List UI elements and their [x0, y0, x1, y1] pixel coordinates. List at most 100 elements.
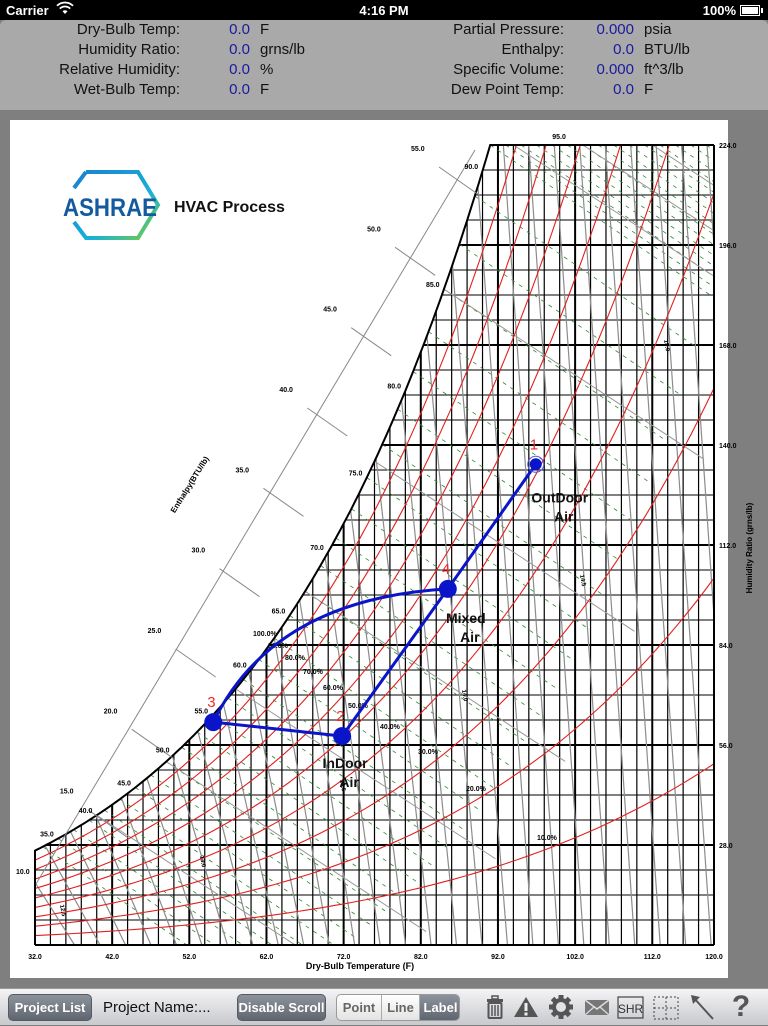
enthalpy-tick-line: [219, 568, 260, 598]
shr-label: SHR: [618, 1002, 644, 1016]
rh-label: 40.0%: [380, 724, 401, 731]
volume-line: [171, 755, 228, 945]
volume-line: [299, 599, 356, 945]
enthalpy-scale-line: [35, 149, 476, 885]
mode-point-button[interactable]: Point: [337, 995, 382, 1020]
settings-gear-icon[interactable]: [547, 993, 575, 1021]
x-axis-label: Dry-Bulb Temperature (F): [306, 961, 414, 971]
process-point-label-line: Mixed: [446, 610, 486, 626]
mode-segmented-control: Point Line Label: [336, 994, 460, 1021]
process-point-number: 3: [207, 694, 215, 711]
wetbulb-line: [42, 846, 263, 945]
enthalpy-tick-label: 25.0: [148, 628, 162, 635]
process-point[interactable]: [204, 713, 223, 732]
x-tick-label: 112.0: [644, 954, 661, 961]
x-tick-label: 120.0: [705, 954, 723, 961]
enthalpy-tick-label: 45.0: [323, 307, 337, 314]
volume-line: [758, 145, 768, 945]
wetbulb-line: [397, 408, 618, 560]
enthalpy-line: [96, 814, 358, 945]
process-point-label-line: Air: [339, 774, 359, 790]
process-point-label-line: OutDoor: [531, 489, 588, 505]
saturation-temp-label: 85.0: [426, 282, 440, 289]
x-tick-label: 92.0: [491, 954, 505, 961]
process-point-number: 4: [442, 561, 450, 578]
warning-icon[interactable]: [512, 993, 540, 1021]
volume-label: 15.0: [662, 339, 670, 352]
volume-label: 12.5: [58, 904, 66, 917]
project-list-button[interactable]: Project List: [8, 994, 92, 1021]
wetbulb-line: [443, 288, 665, 440]
mode-label-button[interactable]: Label: [420, 995, 459, 1020]
volume-label: 14.0: [460, 689, 468, 702]
saturation-temp-label: 50.0: [156, 748, 170, 755]
disable-scroll-button[interactable]: Disable Scroll: [237, 994, 326, 1021]
email-icon[interactable]: [584, 993, 610, 1021]
rh-label: 60.0%: [323, 685, 344, 692]
wetbulb-line: [212, 715, 433, 866]
x-tick-label: 52.0: [183, 954, 197, 961]
ashrae-logo-text: ASHRAE: [63, 194, 157, 222]
y-tick-label: 168.0: [719, 343, 737, 350]
pointer-arrow-icon[interactable]: [688, 993, 716, 1021]
saturation-temp-label: 55.0: [194, 709, 208, 716]
rh-label: 70.0%: [303, 669, 324, 676]
help-icon[interactable]: ?: [727, 992, 755, 1022]
enthalpy-tick-label: 10.0: [16, 869, 30, 876]
process-point[interactable]: [438, 579, 457, 598]
psychrometric-chart[interactable]: 32.0 42.0 52.0 62.0 72.0 82.0 92.0 102.0 112.0 12…: [0, 0, 768, 985]
enthalpy-tick-label: 35.0: [235, 467, 249, 474]
y-tick-label: 112.0: [719, 543, 736, 550]
enthalpy-tick-line: [350, 327, 392, 357]
saturation-temp-label: 60.0: [233, 663, 247, 670]
process-point-number: 1: [530, 436, 538, 453]
wetbulb-line: [722, 145, 768, 295]
x-tick-label: 32.0: [28, 954, 42, 961]
mode-line-button[interactable]: Line: [382, 995, 420, 1020]
y-tick-label: 140.0: [719, 443, 737, 450]
y-tick-label: 196.0: [719, 243, 737, 250]
x-tick-label: 42.0: [105, 954, 119, 961]
saturation-temp-label: 90.0: [465, 164, 479, 171]
shr-button[interactable]: SHR: [617, 993, 644, 1021]
rh-label: 100.0%: [253, 631, 278, 638]
enthalpy-tick-label: 15.0: [60, 789, 74, 796]
enthalpy-tick-line: [307, 407, 348, 437]
rh-label: 10.0%: [537, 835, 558, 842]
saturation-temp-label: 95.0: [552, 134, 566, 141]
enthalpy-tick-line: [263, 487, 304, 517]
enthalpy-tick-line: [175, 648, 216, 678]
y-tick-label: 28.0: [719, 843, 733, 850]
wetbulb-line: [706, 145, 714, 296]
process-point-label-line: Air: [460, 629, 480, 645]
volume-line: [451, 264, 509, 945]
x-tick-label: 102.0: [566, 954, 584, 961]
enthalpy-tick-label: 20.0: [104, 708, 118, 715]
enthalpy-tick-label: 30.0: [192, 548, 206, 555]
enthalpy-tick-label: 50.0: [367, 226, 381, 233]
saturation-temp-label: 40.0: [79, 808, 93, 815]
trash-icon[interactable]: [484, 993, 506, 1021]
process-point-label-line: Air: [554, 508, 574, 524]
wetbulb-line: [150, 774, 371, 926]
ashrae-logo: ASHRAE: [63, 170, 161, 240]
bottom-toolbar: Project List Project Name:... Disable Sc…: [0, 988, 768, 1025]
y-tick-label: 56.0: [719, 743, 733, 750]
enthalpy-axis-label: Enthalpy(BTU/lb): [169, 454, 211, 514]
volume-line: [248, 672, 305, 945]
wetbulb-line: [737, 145, 768, 295]
project-name-label[interactable]: Project Name:...: [103, 999, 211, 1016]
y-axis-label: Humidity Ratio (grns/lb): [745, 502, 754, 593]
enthalpy-tick-label: 40.0: [279, 387, 293, 394]
saturation-temp-label: 35.0: [40, 832, 54, 839]
chart-title: HVAC Process: [174, 199, 285, 216]
process-point[interactable]: [529, 458, 542, 471]
rh-label: 80.0%: [285, 655, 306, 662]
process-point[interactable]: [333, 727, 352, 746]
saturation-temp-label: 70.0: [310, 545, 324, 552]
saturation-temp-label: 65.0: [272, 608, 286, 615]
grid-select-icon[interactable]: [653, 993, 679, 1021]
saturation-temp-label: 80.0: [387, 384, 401, 391]
x-tick-label: 72.0: [337, 954, 351, 961]
saturation-temp-label: 45.0: [117, 780, 131, 787]
